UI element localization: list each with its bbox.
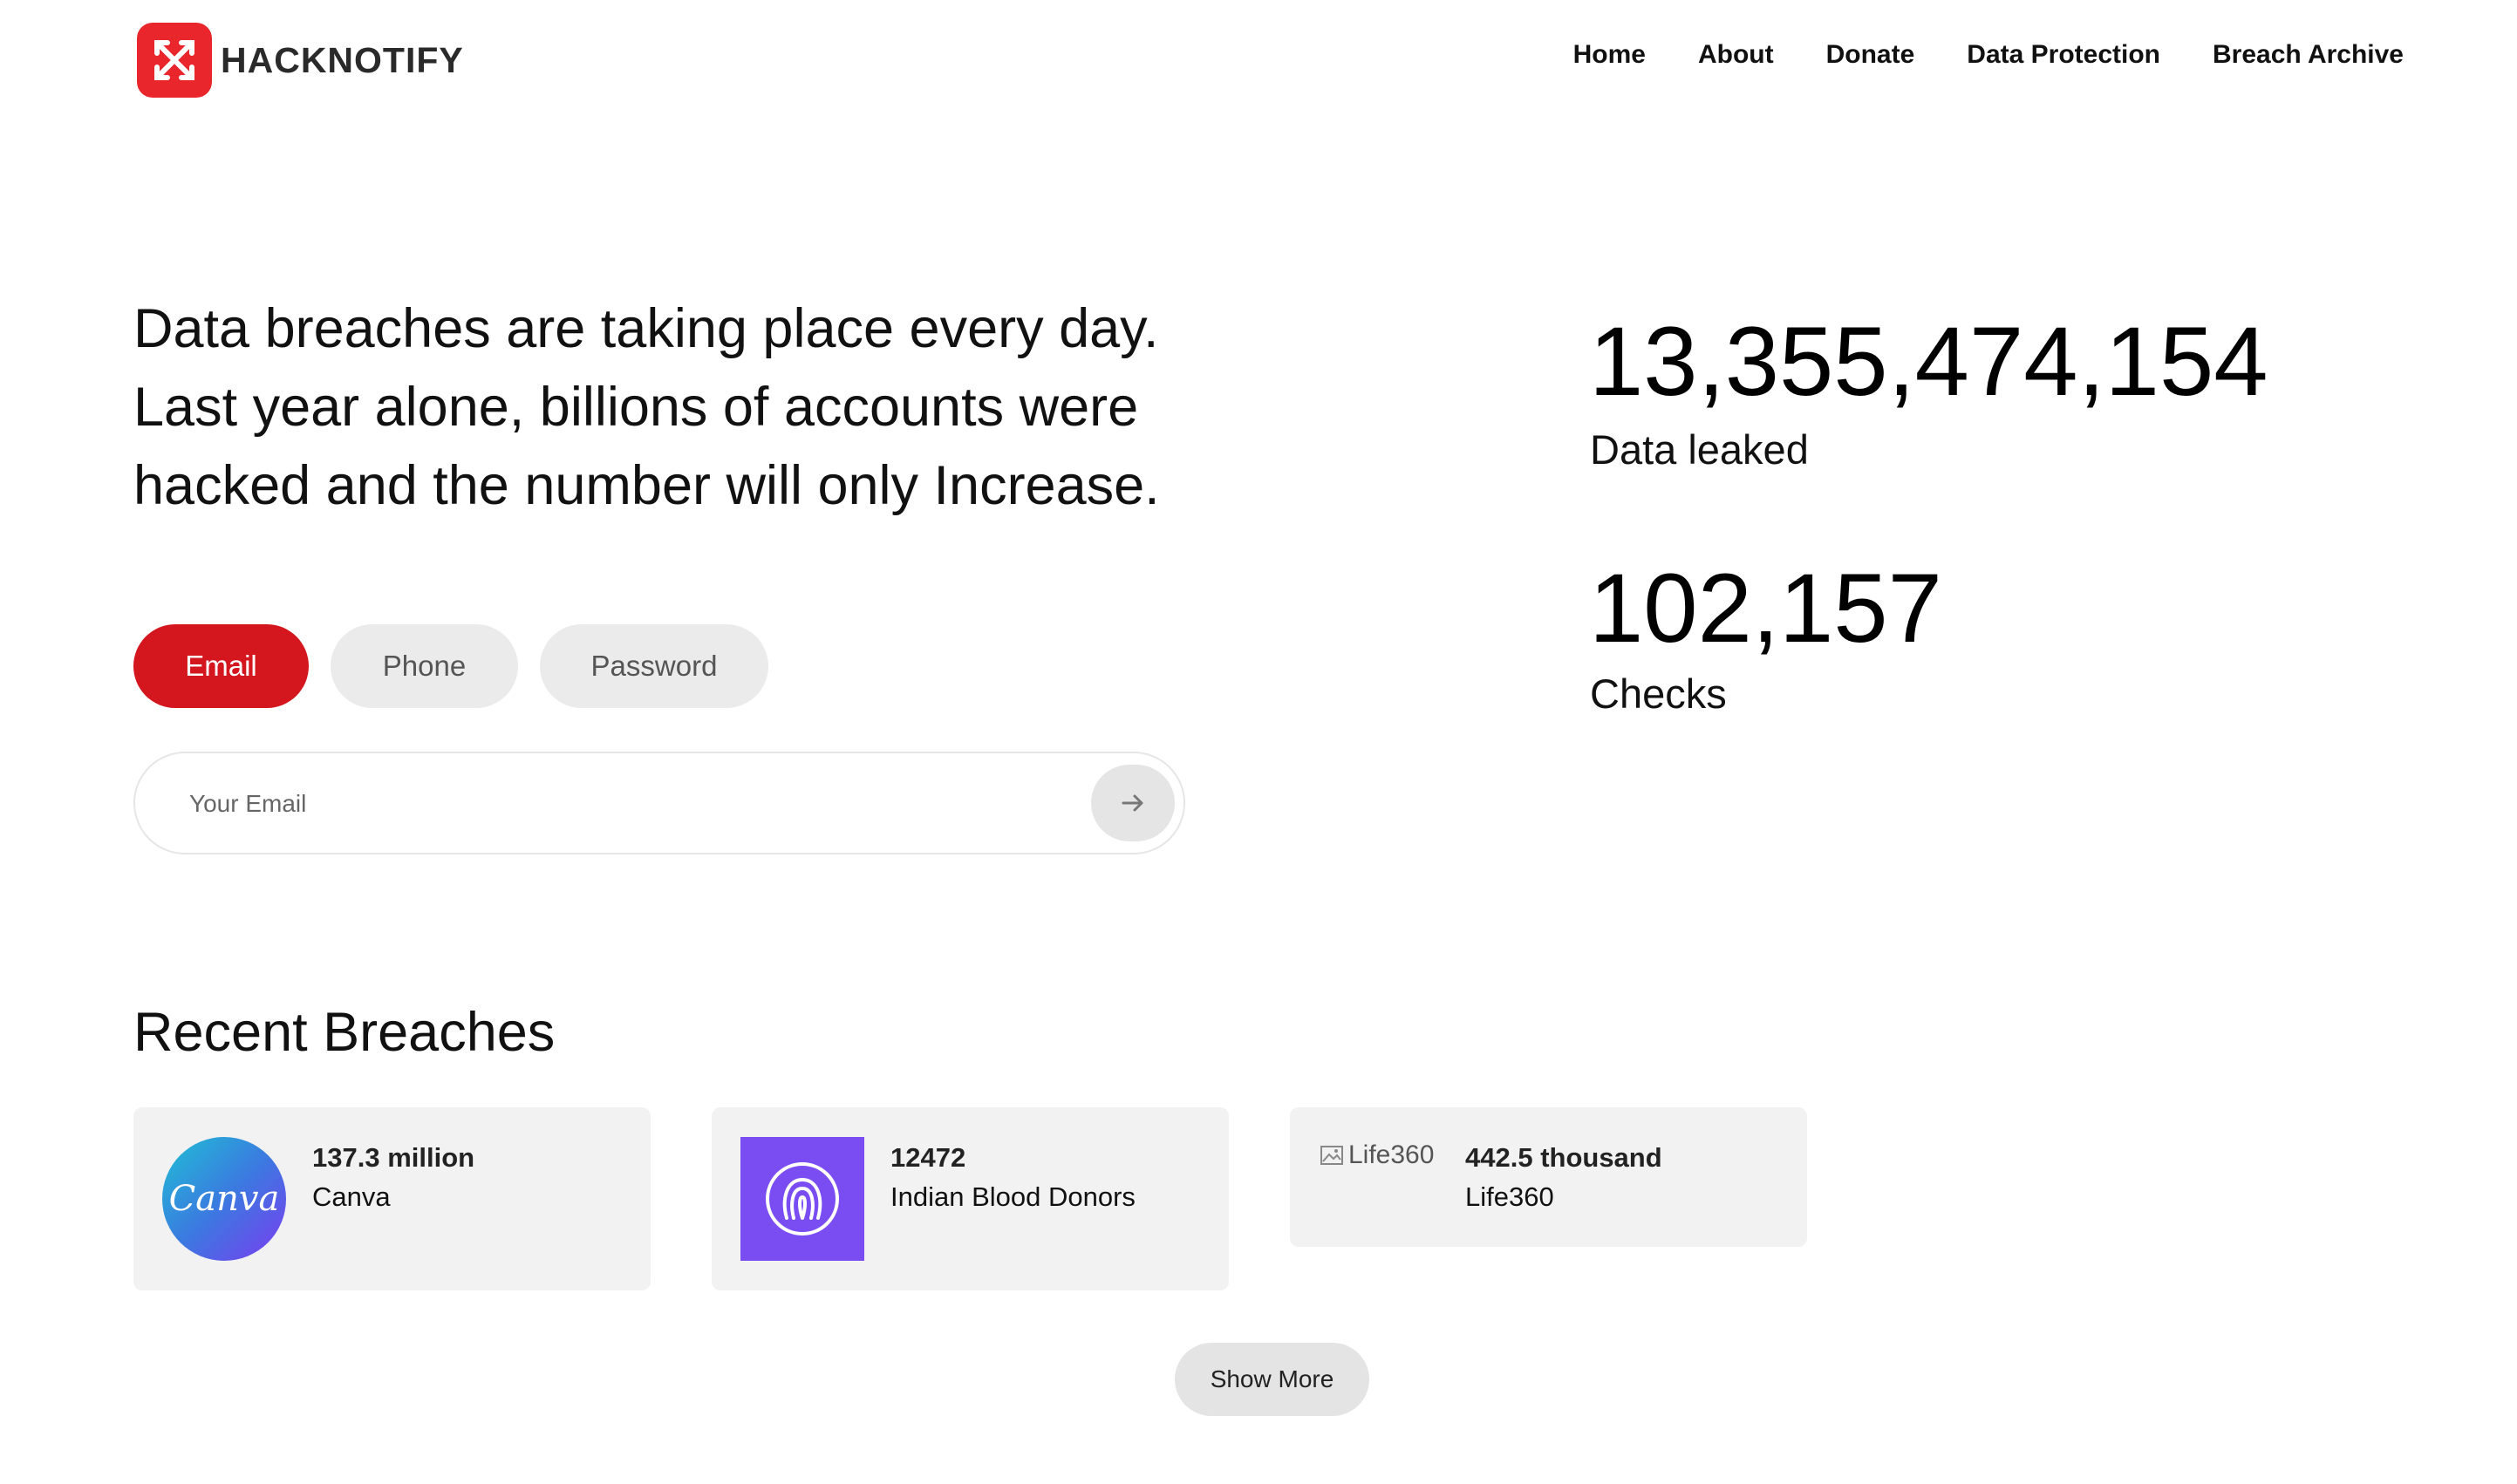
- brand-name: HACKNOTIFY: [221, 39, 464, 80]
- breach-name: Life360: [1465, 1181, 1554, 1212]
- hero-line: Last year alone, billions of accounts we…: [133, 377, 1139, 438]
- canva-logo-text: Canva: [168, 1179, 280, 1219]
- nav-about[interactable]: About: [1698, 40, 1774, 70]
- email-input[interactable]: [188, 753, 1063, 854]
- hero-text: Data breaches are taking place every day…: [133, 289, 1267, 525]
- tab-password[interactable]: Password: [540, 624, 768, 708]
- breach-name: Canva: [312, 1181, 391, 1212]
- nav-breach-archive[interactable]: Breach Archive: [2213, 40, 2404, 70]
- nav-home[interactable]: Home: [1573, 40, 1646, 70]
- tab-phone[interactable]: Phone: [331, 624, 518, 708]
- main-nav: Home About Donate Data Protection Breach…: [1573, 40, 2404, 70]
- hero-line: hacked and the number will only Increase…: [133, 455, 1160, 516]
- arrow-right-icon: [1122, 794, 1143, 812]
- recent-breaches-title: Recent Breaches: [133, 1002, 556, 1063]
- nav-donate[interactable]: Donate: [1826, 40, 1915, 70]
- breach-count: 12472: [890, 1142, 966, 1173]
- breach-name: Indian Blood Donors: [890, 1181, 1136, 1212]
- hero-line: Data breaches are taking place every day…: [133, 298, 1159, 359]
- breach-card-life360[interactable]: Life360 442.5 thousand Life360: [1290, 1107, 1807, 1247]
- brand-logo[interactable]: HACKNOTIFY: [137, 23, 464, 98]
- data-leaked-label: Data leaked: [1590, 426, 1809, 473]
- crossed-arrows-icon: [137, 23, 212, 98]
- breach-card-indian-blood-donors[interactable]: 12472 Indian Blood Donors: [712, 1107, 1229, 1290]
- data-leaked-count: 13,355,474,154: [1589, 307, 2268, 416]
- submit-button[interactable]: [1091, 765, 1175, 841]
- nav-data-protection[interactable]: Data Protection: [1967, 40, 2160, 70]
- breach-card-canva[interactable]: Canva 137.3 million Canva: [133, 1107, 651, 1290]
- show-more-button[interactable]: Show More: [1175, 1343, 1369, 1416]
- breach-count: 137.3 million: [312, 1142, 475, 1173]
- checks-count: 102,157: [1589, 554, 1942, 663]
- search-type-tabs: Email Phone Password: [133, 624, 768, 708]
- canva-logo: Canva: [162, 1137, 286, 1261]
- checks-label: Checks: [1590, 671, 1727, 717]
- tab-email[interactable]: Email: [133, 624, 309, 708]
- breach-count: 442.5 thousand: [1465, 1142, 1662, 1173]
- image-alt-text: Life360: [1348, 1140, 1435, 1169]
- broken-image-icon: Life360: [1319, 1140, 1434, 1170]
- fingerprint-loop-icon: [740, 1137, 864, 1261]
- search-box: [133, 752, 1185, 854]
